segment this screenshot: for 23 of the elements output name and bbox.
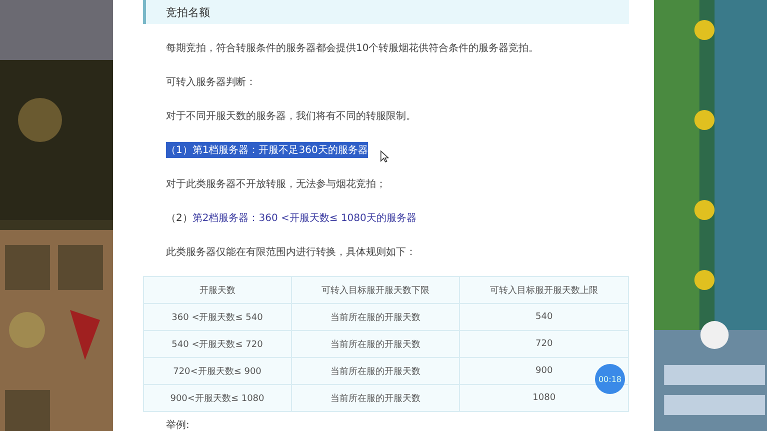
- table-cell: 当前所在服的开服天数: [291, 384, 460, 412]
- tier-heading: （2）第2档服务器：360 <开服天数≤ 1080天的服务器: [166, 212, 416, 226]
- column-header: 可转入目标服开服天数下限: [291, 276, 460, 304]
- column-header: 开服天数: [144, 276, 291, 304]
- example-label: 举例:: [166, 418, 190, 431]
- tier-heading: （1）第1档服务器：开服不足360天的服务器: [166, 142, 368, 158]
- table-cell: 当前所在服的开服天数: [291, 304, 460, 330]
- table-cell: 360 <开服天数≤ 540: [144, 304, 291, 330]
- cursor-icon: [380, 150, 389, 162]
- column-header: 可转入目标服开服天数上限: [460, 276, 628, 304]
- table-cell: 540 <开服天数≤ 720: [144, 330, 291, 358]
- paragraph: 对于不同开服天数的服务器，我们将有不同的转服限制。: [166, 110, 416, 123]
- section-title: 竞拍名额: [166, 4, 210, 20]
- table-cell: 720<开服天数≤ 900: [144, 358, 291, 384]
- table-cell: 当前所在服的开服天数: [291, 358, 460, 384]
- table-cell: 900<开服天数≤ 1080: [144, 384, 291, 412]
- table-cell: 当前所在服的开服天数: [291, 330, 460, 358]
- paragraph: 对于此类服务器不开放转服，无法参与烟花竞拍；: [166, 178, 386, 191]
- paragraph: 此类服务器仅能在有限范围内进行转换，具体规则如下：: [166, 246, 416, 259]
- table-cell: 720: [460, 330, 628, 358]
- paragraph: 每期竞拍，符合转服条件的服务器都会提供10个转服烟花供符合条件的服务器竞拍。: [166, 42, 539, 55]
- paragraph: 可转入服务器判断：: [166, 76, 256, 89]
- table-cell: 540: [460, 304, 628, 330]
